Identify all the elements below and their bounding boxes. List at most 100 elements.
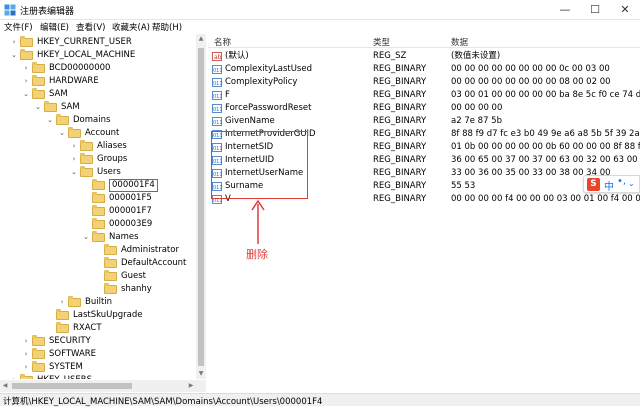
expand-arrow-icon: [82, 192, 90, 205]
binary-value-icon: 011: [212, 91, 223, 100]
delete-highlight-box: [211, 131, 308, 199]
close-button[interactable]: ✕: [610, 0, 640, 20]
ime-punctuation[interactable]: •,: [617, 176, 626, 187]
value-data: 36 00 65 00 37 00 37 00 63 00 32 00 63 0…: [451, 155, 640, 165]
expand-arrow-icon[interactable]: ›: [22, 335, 30, 348]
tree-item-label: BCD00000000: [49, 63, 111, 73]
collapse-arrow-icon[interactable]: ⌄: [22, 88, 30, 101]
value-name: ComplexityLastUsed: [225, 64, 312, 74]
value-row[interactable]: 011 ComplexityPolicy REG_BINARY 00 00 00 00…: [208, 76, 640, 89]
value-type: REG_BINARY: [373, 77, 427, 87]
tree-horizontal-scrollbar[interactable]: ◀ ▶: [0, 380, 206, 392]
folder-icon: [68, 127, 81, 138]
expand-arrow-icon[interactable]: ›: [22, 361, 30, 374]
scroll-right-icon[interactable]: ▶: [186, 380, 196, 392]
collapse-arrow-icon[interactable]: ⌄: [58, 127, 66, 140]
menu-view[interactable]: 查看(V): [76, 21, 105, 33]
value-type: REG_BINARY: [373, 155, 427, 165]
status-path: 计算机\HKEY_LOCAL_MACHINE\SAM\SAM\Domains\A…: [3, 397, 323, 407]
binary-value-icon: 011: [212, 104, 223, 113]
folder-icon: [32, 88, 45, 99]
menu-help[interactable]: 帮助(H): [152, 21, 182, 33]
binary-value-icon: 011: [212, 78, 223, 87]
expand-arrow-icon[interactable]: ›: [70, 153, 78, 166]
tree-item-label: Groups: [97, 154, 128, 164]
tree-item-label: DefaultAccount: [121, 258, 187, 268]
value-type: REG_BINARY: [373, 129, 427, 139]
expand-arrow-icon[interactable]: ›: [58, 296, 66, 309]
column-name-header[interactable]: 名称: [214, 36, 231, 48]
scroll-left-icon[interactable]: ◀: [0, 380, 10, 392]
expand-arrow-icon[interactable]: ›: [22, 62, 30, 75]
folder-icon: [32, 348, 45, 359]
tree-item-label: SECURITY: [49, 336, 91, 346]
menu-favorites[interactable]: 收藏夹(A): [112, 21, 150, 33]
ime-toolbar[interactable]: S 中 •, ⌄: [583, 175, 640, 193]
folder-icon: [92, 179, 105, 190]
ime-more-icon[interactable]: ⌄: [628, 179, 635, 188]
tree-item-label: shanhy: [121, 284, 152, 294]
tree-item-label: Builtin: [85, 297, 113, 307]
menu-file[interactable]: 文件(F): [4, 21, 33, 33]
scroll-down-icon[interactable]: ▼: [196, 369, 206, 379]
tree-item-label: Guest: [121, 271, 146, 281]
expand-arrow-icon: [94, 270, 102, 283]
folder-icon: [92, 218, 105, 229]
sogou-logo-icon[interactable]: S: [587, 178, 600, 191]
registry-icon: [4, 4, 16, 16]
value-data: 01 0b 00 00 00 00 00 0b 60 00 00 00 8f 8…: [451, 142, 640, 152]
value-data: 00 00 00 00: [451, 103, 503, 113]
expand-arrow-icon: [94, 257, 102, 270]
scroll-up-icon[interactable]: ▲: [196, 34, 206, 44]
tree-item-label: Account: [85, 128, 120, 138]
tree-item-label: 000001F5: [109, 193, 152, 203]
collapse-arrow-icon[interactable]: ⌄: [82, 231, 90, 244]
value-row[interactable]: 011 F REG_BINARY 03 00 01 00 00 00 00 00 ba…: [208, 89, 640, 102]
column-type-header[interactable]: 类型: [373, 36, 390, 48]
tree-item-label: SYSTEM: [49, 362, 83, 372]
folder-icon: [80, 153, 93, 164]
collapse-arrow-icon[interactable]: ⌄: [10, 49, 18, 62]
expand-arrow-icon[interactable]: ›: [10, 36, 18, 49]
collapse-arrow-icon[interactable]: ⌄: [70, 166, 78, 179]
folder-icon: [32, 62, 45, 73]
svg-text:011: 011: [213, 81, 222, 87]
minimize-button[interactable]: —: [550, 0, 580, 20]
value-row[interactable]: 011 ComplexityLastUsed REG_BINARY 00 00 00 …: [208, 63, 640, 76]
folder-icon: [80, 166, 93, 177]
menu-edit[interactable]: 编辑(E): [40, 21, 69, 33]
menu-bar: 文件(F) 编辑(E) 查看(V) 收藏夹(A) 帮助(H): [0, 20, 640, 34]
value-type: REG_BINARY: [373, 116, 427, 126]
value-type: REG_BINARY: [373, 181, 427, 191]
tree-item-label: Domains: [73, 115, 111, 125]
value-row[interactable]: ab (默认) REG_SZ (数值未设置): [208, 50, 640, 63]
folder-icon: [56, 309, 69, 320]
expand-arrow-icon[interactable]: ›: [70, 140, 78, 153]
folder-icon: [104, 244, 117, 255]
value-row[interactable]: 011 GivenName REG_BINARY a2 7e 87 5b: [208, 115, 640, 128]
expand-arrow-icon[interactable]: ›: [22, 348, 30, 361]
tree-vertical-scrollbar[interactable]: ▲ ▼: [196, 34, 206, 379]
expand-arrow-icon: [82, 218, 90, 231]
value-name: (默认): [225, 51, 249, 61]
registry-tree[interactable]: › HKEY_CURRENT_USER ⌄ HKEY_LOCAL_MACHINE › BC…: [0, 34, 206, 379]
collapse-arrow-icon[interactable]: ⌄: [46, 114, 54, 127]
folder-icon: [56, 322, 69, 333]
hscroll-thumb[interactable]: [12, 383, 132, 389]
column-data-header[interactable]: 数据: [451, 36, 468, 48]
value-data: (数值未设置): [451, 51, 501, 61]
value-name: ForcePasswordReset: [225, 103, 312, 113]
expand-arrow-icon[interactable]: ›: [10, 374, 18, 379]
scroll-thumb[interactable]: [198, 48, 204, 366]
value-row[interactable]: 011 ForcePasswordReset REG_BINARY 00 00 00 …: [208, 102, 640, 115]
tree-item-label: Aliases: [97, 141, 127, 151]
tree-item-label: SAM: [49, 89, 68, 99]
collapse-arrow-icon[interactable]: ⌄: [34, 101, 42, 114]
values-list[interactable]: 名称 类型 数据 ab (默认) REG_SZ (数值未设置) 011 Complexit…: [208, 34, 640, 379]
maximize-button[interactable]: ☐: [580, 0, 610, 20]
ime-mode[interactable]: 中: [604, 178, 614, 193]
expand-arrow-icon: [82, 179, 90, 192]
expand-arrow-icon[interactable]: ›: [22, 75, 30, 88]
tree-item-label: 000001F7: [109, 206, 152, 216]
binary-value-icon: 011: [212, 65, 223, 74]
